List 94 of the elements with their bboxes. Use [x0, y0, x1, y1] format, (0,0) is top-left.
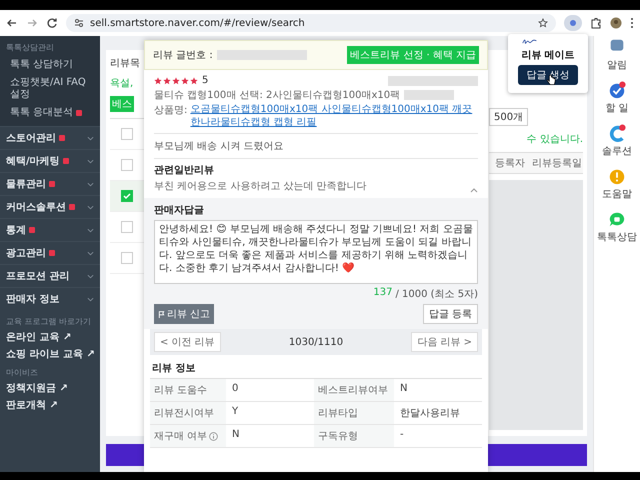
page-size-select[interactable]: 500개 [489, 108, 528, 126]
logo-icon [522, 38, 538, 45]
reply-title: 판매자답글 [154, 204, 205, 217]
row-checkbox[interactable] [121, 190, 133, 202]
column-header: 등록자 [494, 157, 526, 171]
chevron-icon[interactable] [470, 188, 478, 193]
solution-icon[interactable] [608, 124, 626, 142]
redacted-block [404, 90, 454, 100]
sidebar-item[interactable]: 톡톡 상담하기 [10, 59, 74, 71]
info-icon[interactable] [209, 432, 218, 440]
chevron-down-icon [87, 204, 94, 210]
char-limit: / 1000 (최소 5자) [395, 288, 478, 301]
review-number-label: 리뷰 글번호 : [153, 49, 213, 62]
review-info-title: 리뷰 정보 [151, 362, 196, 376]
chevron-down-icon [87, 274, 94, 278]
flag-icon [158, 310, 165, 318]
previous-review-button[interactable]: < 이전 리뷰 [154, 332, 221, 352]
sidebar-menu[interactable]: 프로모션 관리 [6, 269, 70, 283]
star-icon[interactable] [538, 18, 548, 28]
chevron-down-icon [87, 136, 94, 140]
rail-label: 알림 [607, 59, 627, 72]
sidebar-menu[interactable]: 커머스솔루션 [6, 200, 66, 214]
sidebar-menu[interactable]: 물류관리 [6, 177, 46, 191]
rail-label: 톡톡상담 [597, 231, 637, 244]
url-text: sell.smartstore.naver.com/#/review/search [90, 18, 306, 28]
back-icon[interactable] [6, 17, 18, 29]
field-label: 리뷰타입 [318, 407, 358, 420]
row-checkbox[interactable] [121, 128, 133, 140]
sidebar-menu[interactable]: 통계 [6, 223, 26, 237]
table-cell-text: - [399, 428, 405, 442]
talk-icon[interactable] [608, 210, 626, 228]
chevron-down-icon [87, 182, 94, 186]
avatar-icon[interactable] [610, 17, 622, 29]
table-cell-text: N [231, 428, 240, 442]
link-group-title: 교육 프로그램 바로가기 [6, 316, 92, 327]
rating-value: 5 [202, 75, 208, 86]
sidebar-item[interactable]: 톡톡 응대분석 [10, 107, 74, 119]
external-link[interactable]: 온라인 교육 ↗ [6, 330, 94, 344]
chevron-down-icon [87, 296, 94, 302]
popup-title: 리뷰 메이트 [521, 49, 575, 62]
puzzle-icon[interactable] [590, 17, 602, 29]
product-link[interactable]: 오곰물티슈캡형100매x10팩 사인물티슈캡형100매x10팩 깨끗한나라물티슈캡형 캡형 리필 [190, 103, 478, 129]
table-cell-text: 한달사용리뷰 [399, 407, 461, 421]
field-label: 베스트리뷰여부 [318, 384, 388, 397]
table-cell-text: N [399, 382, 408, 396]
notice-text: 욕설, [110, 77, 134, 90]
external-link[interactable]: 쇼핑 라이브 교육 ↗ [6, 347, 94, 361]
rail-label: 할 일 [605, 102, 629, 115]
related-review-text: 부친 케어용으로 사용하려고 샀는데 만족합니다 [154, 180, 368, 193]
row-checkbox[interactable] [121, 252, 133, 264]
menu-icon[interactable] [630, 17, 634, 29]
reload-icon[interactable] [46, 17, 58, 29]
table-cell-text: 0 [231, 382, 240, 396]
notice-text: 수 있습니다. [526, 133, 583, 146]
option-text: 물티슈 캡형100매 선택: 2사인물티슈캡형100매x10팩 [154, 89, 400, 102]
check-icon [122, 191, 132, 201]
report-button[interactable]: 리뷰 신고 [154, 304, 214, 324]
sidebar-item[interactable]: 쇼핑챗봇/AI FAQ 설정 [10, 77, 96, 101]
site-settings-icon[interactable] [74, 18, 84, 28]
field-label: 리뷰 도움수 [154, 384, 208, 397]
rail-label: 솔루션 [602, 145, 632, 158]
review-position: 1030/1110 [288, 336, 344, 348]
row-checkbox[interactable] [121, 159, 133, 171]
sidebar-menu[interactable]: 광고관리 [6, 246, 46, 260]
address-bar[interactable]: sell.smartstore.naver.com/#/review/search [66, 14, 556, 32]
row-checkbox[interactable] [121, 221, 133, 233]
chevron-down-icon [87, 228, 94, 232]
todo-icon[interactable] [608, 81, 626, 99]
field-label: 리뷰전시여부 [154, 407, 214, 420]
submit-reply-button[interactable]: 답글 등록 [422, 304, 478, 324]
product-label: 상품명: [154, 104, 188, 118]
chevron-down-icon [87, 250, 94, 256]
section-title: 톡톡상담관리 [5, 42, 55, 54]
related-review-title: 관련일반리뷰 [154, 164, 215, 177]
column-header: 리뷰등록일 [531, 157, 583, 171]
sidebar-menu[interactable]: 스토어관리 [6, 131, 56, 145]
page-title: 리뷰목 [110, 57, 140, 70]
rail-label: 도움말 [602, 188, 632, 201]
field-label: 구독유형 [318, 430, 358, 443]
sidebar-menu[interactable]: 판매자 정보 [6, 292, 60, 306]
reply-field[interactable]: 안녕하세요! 😊 부모님께 배송해 주셨다니 정말 기쁘네요! 저희 오곰물티슈와 사인물티슈, 깨끗한나라물티슈가 부모님께 도움이 되길 바랍니다. 앞으로도 더욱 좋은 제품과 서비스를 제공하기 위해 노력하겠습니다. 소중한 후기 남겨주셔서 감사합니다! ❤ [154, 220, 478, 284]
forward-icon[interactable] [26, 17, 38, 29]
field-label: 재구매 여부 [154, 430, 208, 443]
review-text: 부모님께 배송 시켜 드렸어요 [154, 133, 478, 158]
help-icon[interactable] [608, 167, 626, 185]
extension-icon[interactable] [564, 15, 582, 31]
next-review-button[interactable]: 다음 리뷰 > [411, 332, 478, 352]
char-count: 137 [373, 287, 392, 300]
link-group-title: 마이비즈 [6, 367, 39, 378]
table-cell-text: Y [231, 405, 240, 419]
external-link[interactable]: 정책지원금 ↗ [6, 381, 94, 395]
sidebar-menu[interactable]: 혜택/마케팅 [6, 154, 60, 168]
chevron-down-icon [87, 158, 94, 164]
external-link[interactable]: 판로개척 ↗ [6, 398, 94, 412]
